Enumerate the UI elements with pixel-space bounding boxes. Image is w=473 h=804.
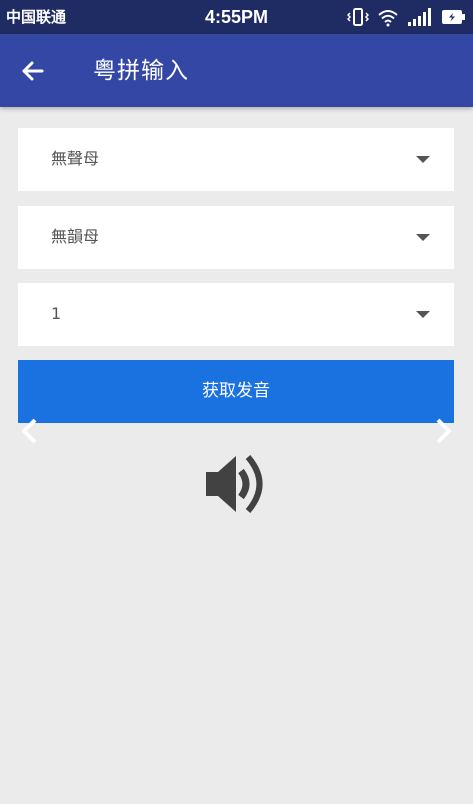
app-bar: 粤拼输入 — [0, 34, 473, 107]
arrow-left-icon — [16, 55, 52, 87]
caret-down-icon — [416, 311, 430, 318]
final-select-value: 無韻母 — [51, 227, 100, 246]
signal-icon — [407, 7, 433, 27]
status-icons — [347, 6, 467, 28]
vibrate-icon — [347, 7, 369, 27]
final-select[interactable]: 無韻母 — [18, 206, 454, 269]
tone-select-value: 1 — [51, 304, 62, 323]
back-button[interactable] — [16, 55, 52, 87]
speaker-icon — [203, 452, 269, 516]
tone-select[interactable]: 1 — [18, 283, 454, 346]
initial-select-value: 無聲母 — [51, 149, 100, 168]
play-audio-button[interactable] — [203, 452, 269, 516]
initial-select[interactable]: 無聲母 — [18, 128, 454, 191]
page-title: 粤拼输入 — [93, 58, 189, 84]
get-pronunciation-button[interactable]: 获取发音 — [18, 360, 454, 423]
wifi-icon — [377, 7, 399, 27]
previous-button[interactable] — [16, 416, 46, 446]
next-button[interactable] — [427, 416, 457, 446]
caret-down-icon — [416, 234, 430, 241]
chevron-left-icon — [16, 416, 46, 446]
status-bar: 中国联通 4:55PM — [0, 0, 473, 34]
battery-icon — [441, 7, 467, 27]
chevron-right-icon — [427, 416, 457, 446]
caret-down-icon — [416, 156, 430, 163]
